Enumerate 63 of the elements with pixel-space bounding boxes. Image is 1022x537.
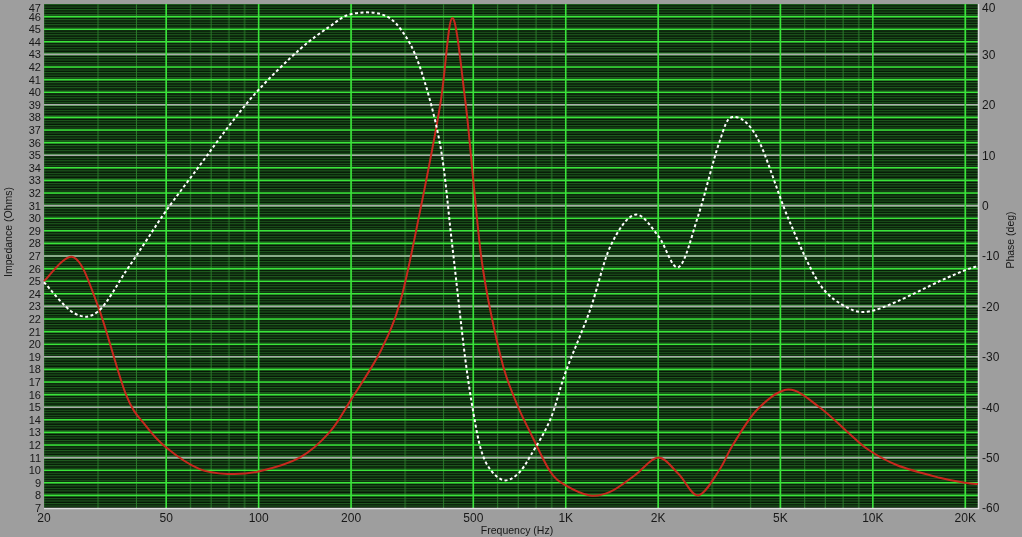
y-tick-label: 27 [28, 249, 41, 262]
y2-tick-label: -50 [982, 450, 1000, 465]
y-tick-label: 44 [28, 35, 41, 48]
y2-tick-label: -30 [982, 350, 1000, 365]
y-tick-label: 22 [28, 312, 41, 325]
y2-tick-label: -40 [982, 400, 1000, 415]
y-tick-label: 38 [28, 111, 41, 124]
y-tick-label: 43 [28, 48, 41, 61]
y-tick-label: 34 [28, 161, 41, 174]
y-tick-label: 26 [28, 262, 41, 275]
x-tick-label: 10K [862, 511, 884, 525]
y-tick-label: 35 [28, 149, 41, 162]
x-tick-label: 50 [159, 511, 173, 525]
y-tick-label: 11 [29, 451, 41, 464]
y-tick-label: 32 [28, 186, 41, 199]
y-tick-label: 39 [28, 98, 41, 111]
y-tick-label: 23 [28, 300, 41, 313]
y-tick-label: 37 [28, 123, 41, 136]
y-tick-label: 13 [28, 426, 41, 439]
y2-tick-label: 10 [982, 148, 996, 163]
y-tick-label: 41 [28, 73, 41, 86]
x-tick-label: 5K [773, 511, 788, 525]
y2-axis-title: Phase (deg) [1004, 211, 1016, 269]
y-tick-label: 9 [34, 476, 41, 489]
x-tick-label: 20 [37, 511, 51, 525]
y-tick-label: 16 [28, 388, 41, 401]
y-tick-label: 25 [28, 275, 41, 288]
x-tick-label: 20K [954, 511, 976, 525]
y-tick-label: 45 [28, 23, 41, 36]
y-tick-label: 21 [28, 325, 41, 338]
y-tick-label: 29 [28, 224, 41, 237]
y-tick-label: 19 [28, 350, 41, 363]
y-tick-label: 40 [28, 86, 41, 99]
y-tick-label: 31 [28, 199, 41, 212]
y2-tick-label: -20 [982, 299, 1000, 314]
y-tick-label: 42 [28, 60, 41, 73]
y-tick-label: 8 [34, 489, 41, 502]
y2-tick-label: -10 [982, 249, 1000, 264]
x-tick-label: 100 [248, 511, 269, 525]
x-tick-label: 200 [341, 511, 362, 525]
y-tick-label: 24 [28, 287, 41, 300]
y-tick-label: 18 [28, 363, 41, 376]
y-tick-label: 36 [28, 136, 41, 149]
y-tick-label: 14 [28, 413, 41, 426]
y-tick-label: 15 [28, 401, 41, 414]
y2-tick-label: 0 [982, 198, 989, 213]
y2-tick-label: 30 [982, 47, 996, 62]
y-tick-label: 10 [28, 464, 41, 477]
y2-tick-label: -60 [982, 501, 1000, 516]
y-tick-label: 33 [28, 174, 41, 187]
x-tick-label: 1K [558, 511, 574, 525]
y2-tick-label: 20 [982, 98, 996, 113]
y-tick-label: 17 [28, 375, 41, 388]
y-tick-label: 30 [28, 212, 41, 225]
y2-tick-label: 40 [982, 1, 996, 16]
y-tick-label: 7 [34, 501, 41, 514]
y-tick-label: 12 [28, 438, 41, 451]
y-axis-title: Impedance (Ohms) [2, 187, 14, 277]
y-tick-label: 28 [28, 237, 41, 250]
x-tick-label: 2K [650, 511, 666, 525]
x-axis-title: Frequency (Hz) [480, 523, 554, 536]
y-tick-label: 20 [28, 338, 41, 351]
x-tick-label: 500 [463, 511, 484, 525]
